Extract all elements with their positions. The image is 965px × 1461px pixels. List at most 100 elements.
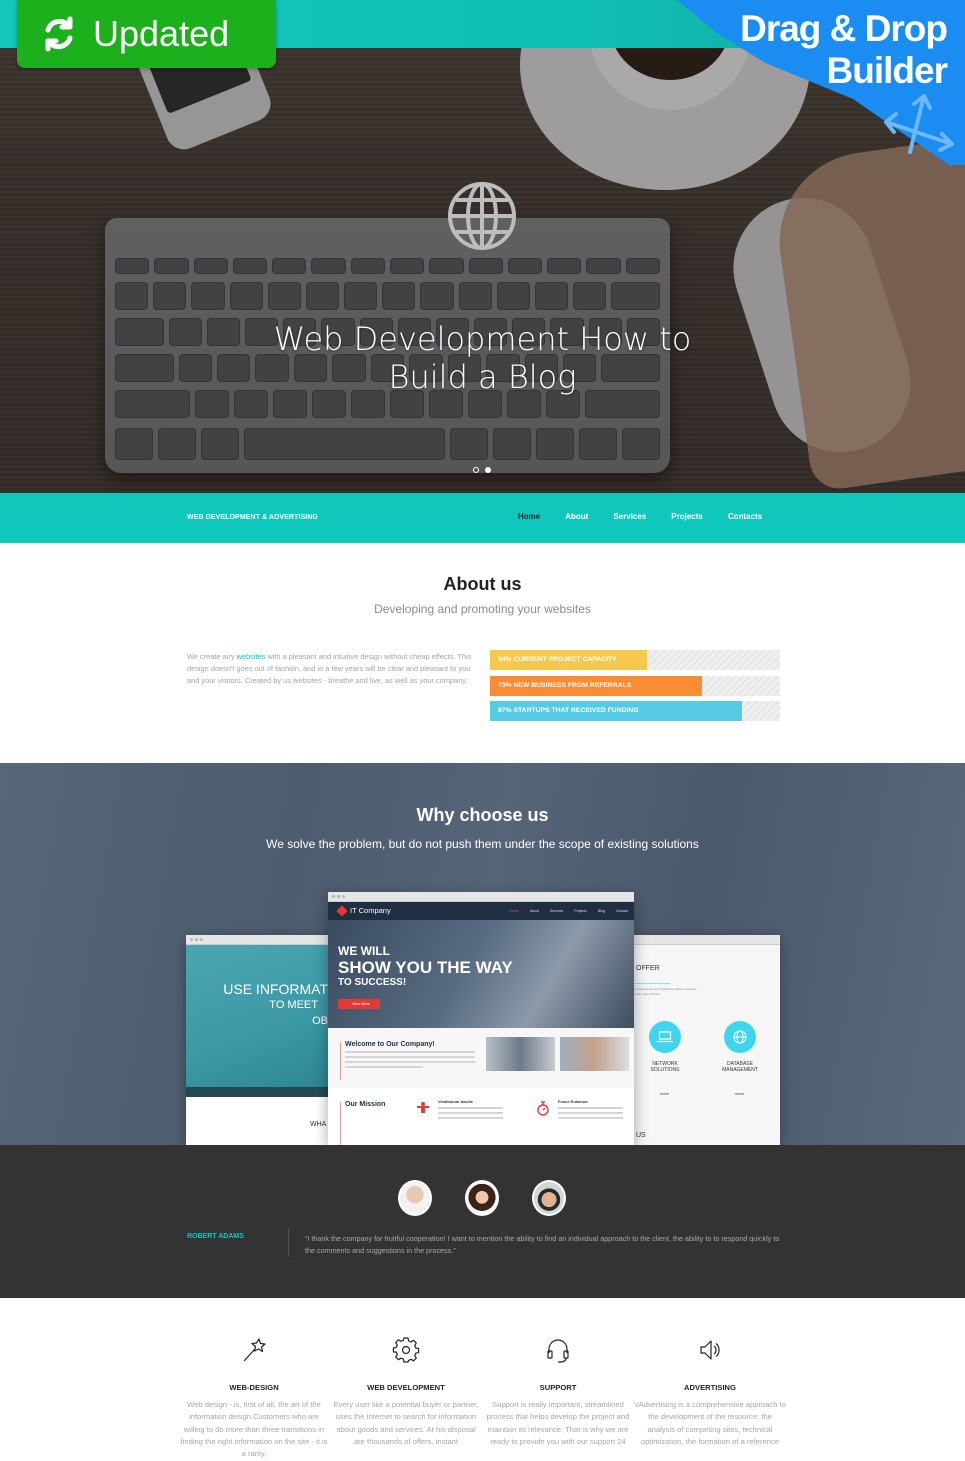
mockup-left-line3: OB	[312, 1015, 328, 1027]
builder-label: Drag & Drop Builder	[740, 8, 948, 92]
mockup-hero-line1: WE WILL	[338, 944, 390, 958]
progress-label: 54% CURRENT PROJECT CAPACITY	[498, 656, 617, 663]
progress-label: 87% STARTUPS THAT RECEIVED FUNDING	[498, 707, 639, 714]
mockup-right-window: OFFER d do eiusmod tempor incididunt ut …	[630, 935, 780, 1145]
mockup-main-window: IT Company Home About Services Projects …	[328, 892, 634, 1145]
feature-text: Every user like a potential buyer or par…	[333, 1400, 479, 1446]
hero-title-line1: Web Development How to	[273, 320, 692, 358]
feature-text: Support is really important, streamlined…	[486, 1400, 630, 1446]
progress-label: 73% NEW BUSINESS FROM REFERRALS	[498, 681, 632, 689]
mockup-right-heading: OFFER	[636, 965, 660, 972]
divider	[630, 983, 670, 984]
testimonial-author: ROBERT ADAMS	[187, 1233, 244, 1240]
headset-icon	[547, 1339, 569, 1363]
main-navbar: WEB DEVELOPMENT & ADVERTISING Home About…	[0, 493, 965, 543]
accent-line	[340, 1102, 341, 1145]
feature-text: VAdvertising is a comprehensive approach…	[634, 1400, 786, 1446]
nav-projects[interactable]: Projects	[671, 512, 703, 521]
hands-photo	[560, 1037, 629, 1071]
slider-pagination	[473, 467, 491, 473]
accent-line	[340, 1042, 341, 1080]
why-subtitle: We solve the problem, but do not push th…	[266, 837, 699, 851]
slider-dot-2[interactable]	[485, 467, 491, 473]
slider-dot-1[interactable]	[473, 467, 479, 473]
mockup-logo-text: IT Company	[350, 906, 391, 915]
mockup-nav-links: Home About Services Projects Blog Contac…	[509, 909, 628, 913]
laptop-icon	[649, 1021, 681, 1053]
mockup-logo: IT Company	[336, 904, 391, 917]
magic-wand-icon	[243, 1338, 266, 1362]
refresh-icon	[45, 16, 73, 52]
mockup-welcome-title: Welcome to Our Company!	[345, 1041, 435, 1048]
about-text-start: We create airy	[187, 652, 237, 661]
hero-title-line2: Build a Blog	[388, 358, 577, 396]
nav-contacts[interactable]: Contacts	[728, 512, 762, 521]
progress-bar-referrals: 73% NEW BUSINESS FROM REFERRALS	[490, 675, 780, 696]
nav-about[interactable]: About	[565, 512, 588, 521]
mockup-nav-item: Services	[549, 909, 564, 913]
mockup-nav-item: Blog	[597, 909, 605, 913]
builder-line2: Builder	[826, 50, 948, 91]
feature-title: ADVERTISING	[684, 1383, 736, 1392]
window-titlebar	[630, 935, 780, 945]
diamond-logo-icon	[336, 904, 348, 917]
mockup-nav-item: Projects	[574, 909, 587, 913]
hero-slider: Web Development How to Build a Blog Drag…	[0, 0, 965, 493]
stopwatch-icon	[537, 1101, 549, 1116]
testimonial-quote: “I thank the company for fruitful cooper…	[305, 1234, 780, 1255]
globe-icon	[448, 182, 516, 250]
avatar-older-man[interactable]	[398, 1180, 432, 1216]
mockup-hero-line2: SHOW YOU THE WAY	[338, 958, 513, 977]
window-titlebar	[328, 892, 634, 902]
websites-link[interactable]: websites	[237, 652, 266, 661]
mockup-mission-title: Our Mission	[345, 1101, 386, 1108]
globe-icon	[724, 1021, 756, 1053]
feature-title: SUPPORT	[539, 1383, 577, 1392]
more-link[interactable]: more	[660, 1091, 669, 1096]
why-title: Why choose us	[416, 805, 549, 825]
mockup-nav-item: Contact	[615, 909, 628, 913]
placeholder-text: d do eiusmod tempor incididunt ut labore…	[630, 987, 697, 996]
feature-title: WEB DEVELOPMENT	[367, 1383, 445, 1392]
move-arrows-icon	[884, 94, 954, 154]
site-brand[interactable]: WEB DEVELOPMENT & ADVERTISING	[187, 514, 318, 521]
feature-text: Web design - is, first of all, the art o…	[180, 1400, 328, 1459]
window-titlebar	[186, 935, 336, 945]
about-title: About us	[443, 574, 522, 594]
avatar-young-man[interactable]	[532, 1180, 566, 1216]
updated-badge: Updated	[17, 0, 276, 68]
avatar-woman[interactable]	[465, 1180, 499, 1216]
nav-services[interactable]: Services	[613, 512, 646, 521]
mockup-col-1: Vestibulum Iaculis	[417, 1099, 503, 1122]
mockup-left-footer-bar	[186, 1087, 336, 1097]
service-database: DATABASE MANAGEMENT	[722, 1061, 758, 1073]
mockup-hero-line3: TO SUCCESS!	[338, 977, 407, 988]
progress-bar-funding: 87% STARTUPS THAT RECEIVED FUNDING	[490, 701, 780, 721]
mockup-left-bottom-text: WHA	[310, 1121, 327, 1128]
progress-bar-capacity: 54% CURRENT PROJECT CAPACITY	[490, 650, 780, 670]
speaker-icon	[700, 1340, 720, 1360]
mockup-hero-headline: WE WILL SHOW YOU THE WAY TO SUCCESS!	[338, 944, 513, 989]
placeholder-lines	[558, 1107, 623, 1119]
service-network: NETWORK SOLUTIONS	[650, 1061, 680, 1073]
progress-bars: 54% CURRENT PROJECT CAPACITY 73% NEW BUS…	[490, 650, 780, 727]
mockup-col-2: Fusce Euismod	[537, 1099, 623, 1122]
nav-home[interactable]: Home	[518, 512, 540, 521]
mockup-col-title: Fusce Euismod	[558, 1099, 588, 1104]
feature-title: WEB-DESIGN	[229, 1383, 279, 1392]
placeholder-lines	[438, 1107, 503, 1119]
placeholder-lines	[345, 1051, 475, 1071]
mockup-left-line1: USE INFORMAT	[223, 981, 328, 997]
features-section: WEB-DESIGN Web design - is, first of all…	[0, 1298, 965, 1461]
gear-icon	[392, 1337, 420, 1363]
mockup-left-window: USE INFORMAT TO MEET OB WHA	[186, 935, 336, 1145]
view-more-button: View More	[338, 999, 380, 1009]
testimonials-section: ROBERT ADAMS “I thank the company for fr…	[0, 1145, 965, 1298]
more-link[interactable]: more	[735, 1091, 744, 1096]
mockup-left-line2: TO MEET	[269, 999, 318, 1011]
nav-menu: Home About Services Projects Contacts	[518, 512, 787, 521]
mockup-navbar: IT Company Home About Services Projects …	[328, 902, 634, 920]
mockup-welcome: Welcome to Our Company!	[328, 1028, 634, 1088]
mockup-col-title: Vestibulum Iaculis	[438, 1099, 473, 1104]
builder-line1: Drag & Drop	[740, 8, 948, 49]
